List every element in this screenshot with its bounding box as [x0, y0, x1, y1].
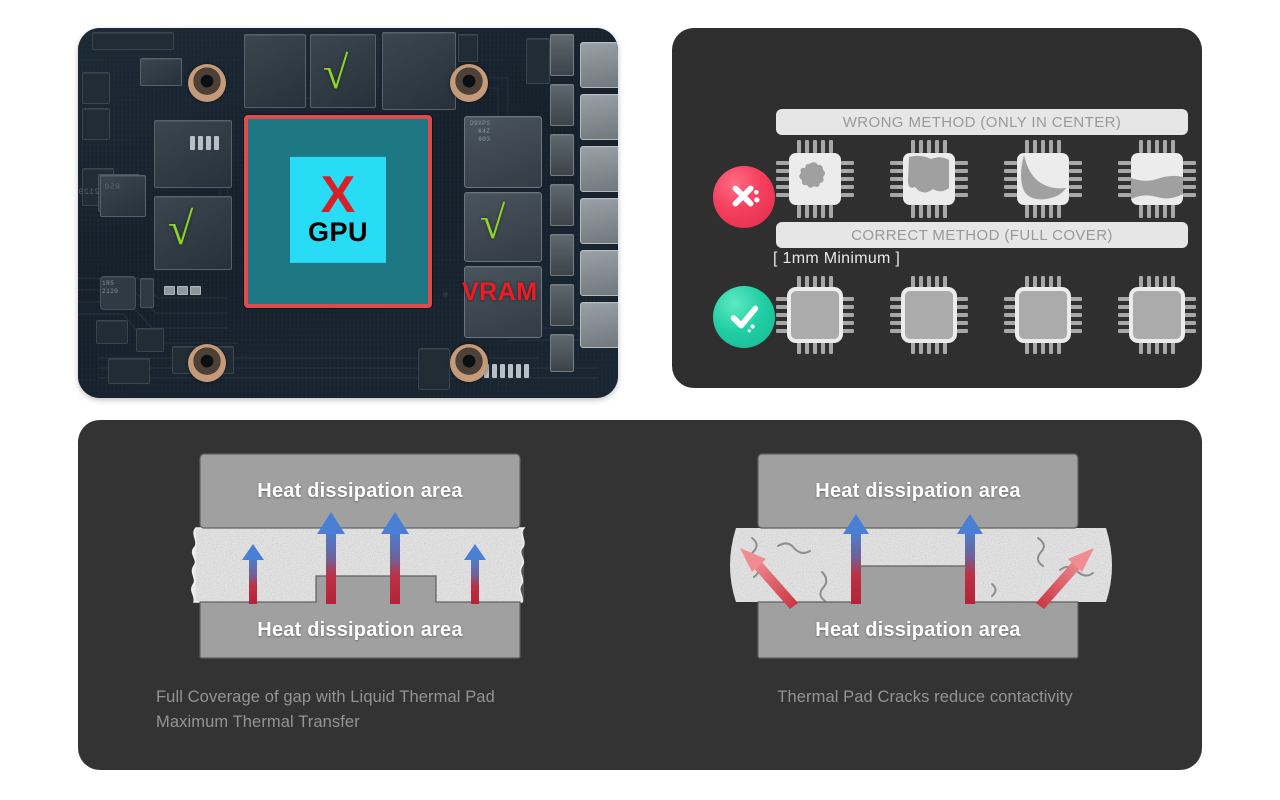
pcb-mlcc [190, 286, 201, 295]
pcb-component [82, 72, 110, 104]
pcb-bulk-capacitor [580, 94, 618, 140]
gpu-pcb-photo: R50 2129 1R5 2120 D9XPS K4Z 803 X GPU √ … [78, 28, 618, 398]
gpu-die-core: X GPU [290, 156, 386, 263]
pcb-component [526, 38, 550, 84]
vram-label: VRAM [462, 278, 538, 306]
mounting-screw [450, 64, 488, 102]
bottom-heat-block-label: Heat dissipation area [257, 618, 463, 641]
pcb-bulk-capacitor [580, 42, 618, 88]
pcb-vram [244, 34, 306, 108]
wrong-method-badge [713, 166, 775, 228]
wrong-method-chip-row [776, 140, 1196, 218]
pcb-capacitor [550, 84, 574, 126]
check-mark-icon: √ [168, 203, 194, 254]
pcb-component [92, 32, 174, 50]
pcb-component [96, 320, 128, 344]
mounting-screw [450, 344, 488, 382]
top-heat-block-label-wrap: Heat dissipation area [200, 454, 520, 528]
correct-method-banner: CORRECT METHOD (FULL COVER) [776, 222, 1188, 248]
wrong-method-banner-label: WRONG METHOD (ONLY IN CENTER) [842, 113, 1122, 131]
chip-wrong-blob-center [776, 140, 854, 218]
diagram-cracked-pad: Heat dissipation area Heat dissipation a… [640, 420, 1202, 770]
top-heat-block-label-wrap: Heat dissipation area [758, 454, 1078, 528]
pcb-vram [382, 32, 456, 110]
caption-line-2: Maximum Thermal Transfer [156, 713, 360, 731]
bottom-heat-block-label-wrap: Heat dissipation area [200, 602, 520, 658]
bottom-heat-block-label-wrap: Heat dissipation area [758, 602, 1078, 658]
pcb-chip-code: D9XPS K4Z 803 [470, 120, 491, 143]
bottom-heat-block-label: Heat dissipation area [815, 618, 1021, 641]
pcb-component [140, 278, 154, 308]
chip-correct-full-cover [1004, 276, 1082, 354]
top-heat-block-label: Heat dissipation area [257, 479, 463, 502]
pcb-bulk-capacitor [580, 302, 618, 348]
chip-correct-full-cover [776, 276, 854, 354]
pcb-mlcc [177, 286, 188, 295]
pcb-capacitor [550, 184, 574, 226]
correct-method-chip-row [776, 276, 1196, 354]
pcb-bulk-capacitor [580, 146, 618, 192]
chip-wrong-blob-diagonal [1004, 140, 1082, 218]
pcb-component [108, 358, 150, 384]
caption-line-1: Thermal Pad Cracks reduce contactivity [777, 688, 1073, 706]
pcb-bulk-capacitor [580, 198, 618, 244]
pcb-mlcc [164, 286, 175, 295]
caption-line-1: Full Coverage of gap with Liquid Thermal… [156, 688, 495, 706]
pcb-component [458, 34, 478, 62]
pcb-ic [154, 120, 232, 188]
diagram-caption: Full Coverage of gap with Liquid Thermal… [156, 685, 626, 735]
cross-icon [732, 185, 760, 207]
top-heat-block-label: Heat dissipation area [815, 479, 1021, 502]
application-method-panel: WRONG METHOD (ONLY IN CENTER) CORRECT ME… [672, 28, 1202, 388]
pcb-bulk-capacitor [580, 250, 618, 296]
chip-correct-full-cover [890, 276, 968, 354]
diagram-full-coverage: Heat dissipation area Heat dissipation a… [78, 420, 640, 770]
pcb-pad-row [190, 136, 219, 150]
pcb-capacitor [550, 234, 574, 276]
pcb-component [136, 328, 164, 352]
correct-method-banner-label: CORRECT METHOD (FULL COVER) [851, 226, 1113, 244]
pcb-component [82, 108, 110, 140]
check-mark-icon: √ [480, 197, 506, 248]
pcb-capacitor [550, 34, 574, 76]
chip-wrong-blob-bottom-band [1118, 140, 1196, 218]
minimum-thickness-note: [ 1mm Minimum ] [773, 250, 901, 267]
check-mark-icon: √ [323, 47, 349, 98]
pcb-ic [140, 58, 182, 86]
check-icon [730, 305, 759, 333]
gpu-die-label: GPU [307, 216, 368, 247]
screenshot-root: R50 2129 1R5 2120 D9XPS K4Z 803 X GPU √ … [0, 0, 1280, 800]
pcb-chip-code: 2129 [78, 188, 100, 197]
chip-wrong-blob-top-left [890, 140, 968, 218]
pcb-component [418, 348, 450, 390]
mounting-screw [188, 64, 226, 102]
pcb-mosfet [100, 175, 146, 217]
mounting-screw [188, 344, 226, 382]
pcb-capacitor [550, 334, 574, 372]
diagram-caption: Thermal Pad Cracks reduce contactivity [690, 685, 1160, 710]
pcb-chip-code: R50 [104, 183, 120, 192]
gpu-die: X GPU [244, 115, 432, 308]
pcb-capacitor [550, 134, 574, 176]
wrong-method-banner: WRONG METHOD (ONLY IN CENTER) [776, 109, 1188, 135]
pcb-capacitor [550, 284, 574, 326]
correct-method-badge [713, 286, 775, 348]
pcb-chip-code: 1R5 2120 [102, 280, 119, 295]
x-mark-icon: X [320, 165, 356, 224]
chip-correct-full-cover [1118, 276, 1196, 354]
thermal-transfer-diagram-panel: Heat dissipation area Heat dissipation a… [78, 420, 1202, 770]
